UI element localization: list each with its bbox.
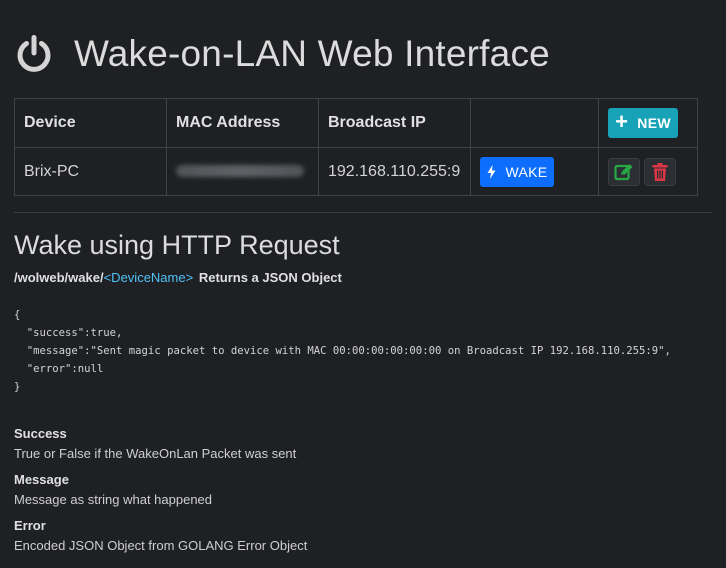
new-device-button[interactable]: + NEW bbox=[608, 108, 678, 138]
endpoint-param: <DeviceName> bbox=[103, 270, 194, 285]
new-button-label: NEW bbox=[637, 115, 671, 131]
delete-device-button[interactable] bbox=[644, 157, 676, 186]
json-line: } bbox=[14, 381, 21, 393]
page-title: Wake-on-LAN Web Interface bbox=[74, 33, 550, 74]
power-icon bbox=[14, 34, 54, 74]
endpoint-line: /wolweb/wake/<DeviceName> Returns a JSON… bbox=[14, 270, 342, 285]
blurred-mac-address bbox=[176, 165, 304, 178]
plus-icon: + bbox=[615, 109, 629, 134]
trash-icon bbox=[652, 162, 668, 181]
devices-table: Device MAC Address Broadcast IP + NEW Br… bbox=[14, 98, 698, 196]
field-label: Error bbox=[14, 518, 46, 533]
bolt-icon bbox=[487, 164, 496, 179]
edit-icon bbox=[614, 163, 633, 180]
field-message: Message Message as string what happened bbox=[14, 472, 212, 507]
endpoint-path: /wolweb/wake/ bbox=[14, 270, 104, 285]
table-row: Brix-PC 192.168.110.255:9 WAKE bbox=[14, 147, 698, 196]
wake-button[interactable]: WAKE bbox=[480, 156, 554, 187]
broadcast-ip-cell: 192.168.110.255:9 bbox=[318, 147, 471, 196]
field-description: Encoded JSON Object from GOLANG Error Ob… bbox=[14, 538, 308, 553]
device-name-cell: Brix-PC bbox=[14, 147, 167, 196]
json-line: "success":true, bbox=[14, 327, 123, 339]
edit-device-button[interactable] bbox=[608, 157, 640, 186]
wake-cell: WAKE bbox=[470, 147, 599, 196]
field-description: Message as string what happened bbox=[14, 492, 213, 507]
column-header-actions: + NEW bbox=[598, 98, 698, 148]
column-header-broadcast-ip: Broadcast IP bbox=[318, 98, 471, 148]
http-section-heading: Wake using HTTP Request bbox=[14, 230, 340, 260]
actions-cell bbox=[598, 147, 698, 196]
json-line: { bbox=[14, 309, 21, 321]
column-header-wake bbox=[470, 98, 599, 148]
column-header-device: Device bbox=[14, 98, 167, 148]
field-label: Success bbox=[14, 426, 67, 441]
field-label: Message bbox=[14, 472, 69, 487]
json-line: "error":null bbox=[14, 363, 104, 375]
table-header-row: Device MAC Address Broadcast IP + NEW bbox=[14, 98, 698, 148]
mac-address-cell bbox=[166, 147, 319, 196]
json-line: "message":"Sent magic packet to device w… bbox=[14, 345, 671, 357]
field-success: Success True or False if the WakeOnLan P… bbox=[14, 426, 296, 461]
wake-button-label: WAKE bbox=[505, 163, 548, 180]
section-divider bbox=[14, 212, 712, 213]
column-header-mac: MAC Address bbox=[166, 98, 319, 148]
field-description: True or False if the WakeOnLan Packet wa… bbox=[14, 446, 297, 461]
field-error: Error Encoded JSON Object from GOLANG Er… bbox=[14, 518, 307, 553]
page-header: Wake-on-LAN Web Interface bbox=[14, 30, 550, 78]
json-example: { "success":true, "message":"Sent magic … bbox=[14, 306, 671, 396]
endpoint-returns: Returns a JSON Object bbox=[198, 270, 342, 285]
